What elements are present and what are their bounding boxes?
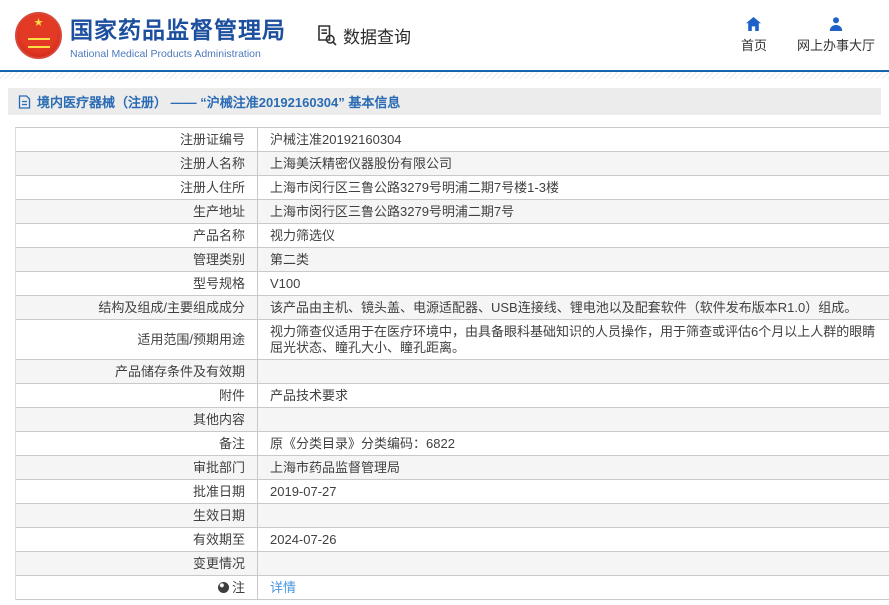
table-row: 产品储存条件及有效期 xyxy=(16,360,889,384)
field-value: V100 xyxy=(270,275,301,291)
breadcrumb: 境内医疗器械（注册） —— “沪械注准20192160304” 基本信息 xyxy=(8,88,881,115)
nav-hall-label: 网上办事大厅 xyxy=(796,38,875,53)
note-dot-icon xyxy=(217,582,229,593)
table-row: 适用范围/预期用途 视力筛查仪适用于在医疗环境中，由具备眼科基础知识的人员操作，… xyxy=(16,320,889,360)
data-query-link[interactable]: 数据查询 xyxy=(314,23,411,48)
person-icon xyxy=(828,16,844,32)
details-link[interactable]: 详情 xyxy=(270,580,296,595)
table-row: 结构及组成/主要组成成分 该产品由主机、镜头盖、电源适配器、USB连接线、锂电池… xyxy=(16,296,889,320)
table-row: 型号规格 V100 xyxy=(16,272,889,296)
field-value: 视力筛选仪 xyxy=(270,227,336,243)
field-value: 上海市闵行区三鲁公路3279号明浦二期7号楼1-3楼 xyxy=(270,179,559,195)
table-row: 有效期至 2024-07-26 xyxy=(16,528,889,552)
field-label: 管理类别 xyxy=(16,248,258,271)
field-value: 上海市闵行区三鲁公路3279号明浦二期7号 xyxy=(270,203,515,219)
breadcrumb-text: 境内医疗器械（注册） —— “沪械注准20192160304” 基本信息 xyxy=(37,95,401,110)
field-label: 注册证编号 xyxy=(16,128,258,151)
document-icon xyxy=(18,94,31,109)
registration-info-table: 注册证编号 沪械注准20192160304 注册人名称 上海美沃精密仪器股份有限… xyxy=(15,127,889,600)
nav-home-label: 首页 xyxy=(740,38,767,53)
document-search-icon xyxy=(314,23,338,47)
nav-home[interactable]: 首页 xyxy=(741,16,767,54)
brand[interactable]: ★ 国家药品监督管理局 National Medical Products Ad… xyxy=(15,11,286,60)
field-value: 沪械注准20192160304 xyxy=(270,131,402,147)
field-value: 详情 xyxy=(258,576,889,599)
table-row: 审批部门 上海市药品监督管理局 xyxy=(16,456,889,480)
field-label: 批准日期 xyxy=(16,480,258,503)
field-label: 附件 xyxy=(16,384,258,407)
field-value xyxy=(258,552,889,575)
table-row: 批准日期 2019-07-27 xyxy=(16,480,889,504)
field-label: 审批部门 xyxy=(16,456,258,479)
nav-online-service-hall[interactable]: 网上办事大厅 xyxy=(797,16,875,54)
home-icon xyxy=(745,16,762,32)
field-label: 注册人名称 xyxy=(16,152,258,175)
table-row: 变更情况 xyxy=(16,552,889,576)
top-nav: 首页 网上办事大厅 xyxy=(741,16,889,54)
field-value: 上海美沃精密仪器股份有限公司 xyxy=(270,155,453,171)
emblem-stars-icon: ★ xyxy=(33,16,44,29)
field-label: 适用范围/预期用途 xyxy=(16,320,258,359)
field-value: 第二类 xyxy=(270,251,310,267)
field-label: 生效日期 xyxy=(16,504,258,527)
site-title: 国家药品监督管理局 xyxy=(70,16,286,43)
field-value: 2024-07-26 xyxy=(270,531,337,547)
field-label: 生产地址 xyxy=(16,200,258,223)
field-label: 其他内容 xyxy=(16,408,258,431)
field-label: 注册人住所 xyxy=(16,176,258,199)
table-row: 备注 原《分类目录》分类编码：6822 xyxy=(16,432,889,456)
table-row-note: 注 详情 xyxy=(16,576,889,600)
field-value: 上海市药品监督管理局 xyxy=(270,459,401,475)
field-value: 产品技术要求 xyxy=(270,387,349,403)
table-row: 附件 产品技术要求 xyxy=(16,384,889,408)
table-row: 注册人名称 上海美沃精密仪器股份有限公司 xyxy=(16,152,889,176)
field-label: 变更情况 xyxy=(16,552,258,575)
site-header: ★ 国家药品监督管理局 National Medical Products Ad… xyxy=(0,0,889,70)
table-row: 注册人住所 上海市闵行区三鲁公路3279号明浦二期7号楼1-3楼 xyxy=(16,176,889,200)
field-label: 型号规格 xyxy=(16,272,258,295)
national-emblem-logo: ★ xyxy=(15,11,62,59)
field-label: 注 xyxy=(16,576,258,599)
table-row: 生产地址 上海市闵行区三鲁公路3279号明浦二期7号 xyxy=(16,200,889,224)
field-label: 备注 xyxy=(16,432,258,455)
field-value xyxy=(258,408,889,431)
field-value xyxy=(258,360,889,383)
field-label: 有效期至 xyxy=(16,528,258,551)
table-row: 生效日期 xyxy=(16,504,889,528)
note-label: 注 xyxy=(231,579,245,595)
field-value: 该产品由主机、镜头盖、电源适配器、USB连接线、锂电池以及配套软件（软件发布版本… xyxy=(270,299,858,315)
emblem-gate-icon xyxy=(27,37,50,48)
table-row: 其他内容 xyxy=(16,408,889,432)
table-row: 注册证编号 沪械注准20192160304 xyxy=(16,128,889,152)
field-value xyxy=(258,504,889,527)
table-row: 产品名称 视力筛选仪 xyxy=(16,224,889,248)
field-value: 2019-07-27 xyxy=(270,483,337,499)
data-query-label: 数据查询 xyxy=(343,27,411,47)
site-subtitle: National Medical Products Administration xyxy=(70,47,261,60)
hatch-strip xyxy=(0,72,889,79)
field-label: 产品储存条件及有效期 xyxy=(16,360,258,383)
field-value: 视力筛查仪适用于在医疗环境中，由具备眼科基础知识的人员操作，用于筛查或评估6个月… xyxy=(270,323,876,355)
field-label: 产品名称 xyxy=(16,224,258,247)
field-label: 结构及组成/主要组成成分 xyxy=(16,296,258,319)
table-row: 管理类别 第二类 xyxy=(16,248,889,272)
field-value: 原《分类目录》分类编码：6822 xyxy=(270,435,455,451)
brand-text: 国家药品监督管理局 National Medical Products Admi… xyxy=(70,11,286,60)
